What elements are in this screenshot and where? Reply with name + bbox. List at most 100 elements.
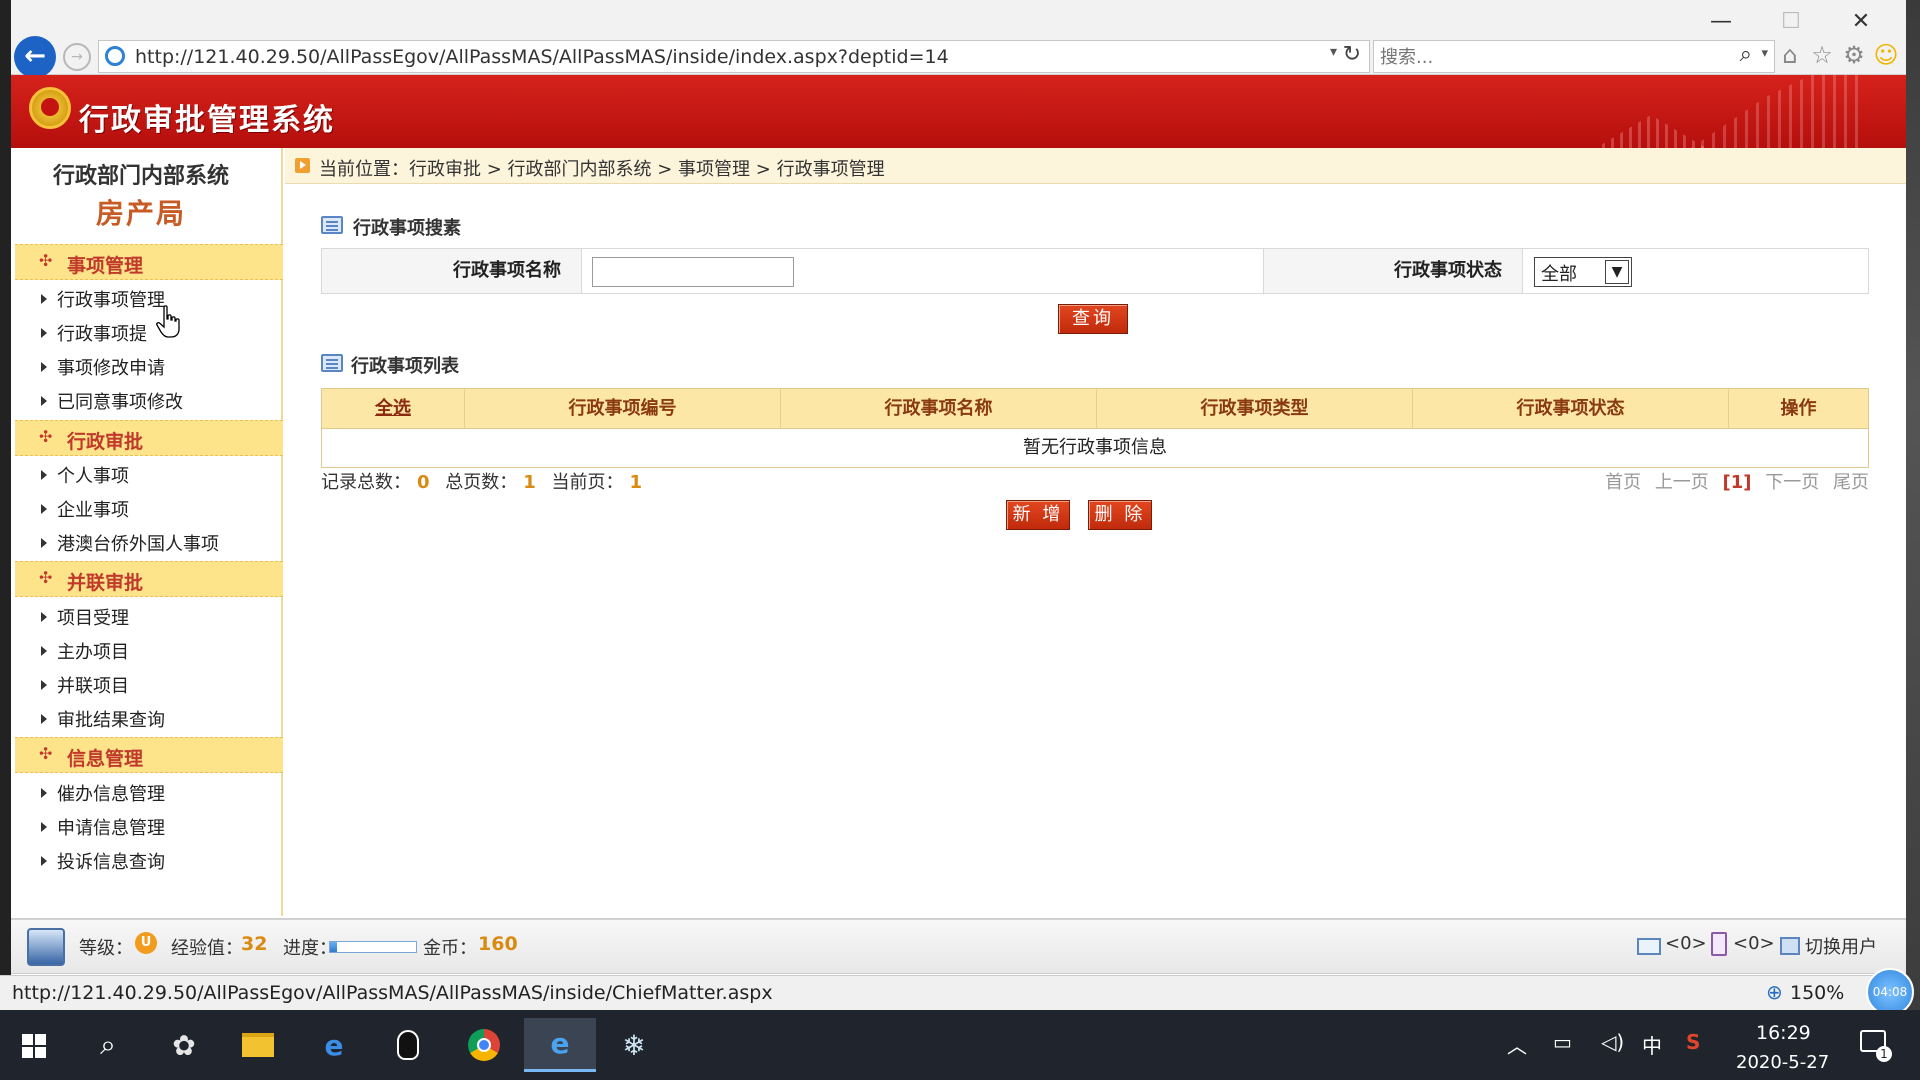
sidebar-item-label: 投诉信息查询	[57, 852, 165, 873]
home-icon[interactable]: ⌂	[1775, 40, 1805, 70]
back-button[interactable]: ←	[14, 36, 56, 78]
address-bar[interactable]: http://121.40.29.50/AllPassEgov/AllPassM…	[98, 40, 1370, 73]
tray-sogou-icon[interactable]: S	[1686, 1030, 1700, 1054]
search-dropdown-icon[interactable]: ▾	[1761, 46, 1768, 61]
matter-status-label: 行政事项状态	[1263, 249, 1523, 293]
zoom-icon[interactable]: ⊕	[1766, 980, 1783, 1004]
caret-right-icon	[41, 538, 47, 548]
address-dropdown-icon[interactable]: ▾	[1330, 44, 1337, 60]
first-page-link[interactable]: 首页	[1605, 472, 1641, 493]
mail-icon[interactable]	[1637, 938, 1661, 955]
breadcrumb-bar: 当前位置：行政审批 > 行政部门内部系统 > 事项管理 > 行政事项管理	[285, 148, 1906, 184]
sidebar-item-project-acceptance[interactable]: 项目受理	[41, 604, 129, 632]
taskbar-app-snowflake-icon[interactable]: ❄	[598, 1018, 670, 1072]
caret-right-icon	[41, 470, 47, 480]
sidebar-item-matter-change-request[interactable]: 事项修改申请	[41, 354, 165, 382]
taskbar-app-feather-icon[interactable]: ✿	[148, 1018, 220, 1072]
matter-status-select[interactable]: 全部 ▼	[1534, 257, 1632, 287]
current-page-link[interactable]: [1]	[1723, 472, 1752, 493]
favorites-star-icon[interactable]: ☆	[1807, 40, 1837, 70]
sidebar-item-complaint-info-query[interactable]: 投诉信息查询	[41, 848, 165, 876]
sidebar-item-lead-projects[interactable]: 主办项目	[41, 638, 129, 666]
exp-value: 32	[241, 933, 268, 955]
sidebar-item-application-info-management[interactable]: 申请信息管理	[41, 814, 165, 842]
sidebar-item-label: 审批结果查询	[57, 710, 165, 731]
level-label: 等级：	[79, 938, 133, 959]
coin-value: 160	[478, 933, 518, 955]
clock-date[interactable]: 2020-5-27	[1736, 1052, 1829, 1073]
chevron-down-icon[interactable]: ▼	[1605, 260, 1629, 284]
caret-right-icon	[41, 328, 47, 338]
select-all-link[interactable]: 全选	[322, 389, 465, 429]
add-button[interactable]: 新 增	[1006, 500, 1070, 530]
tray-network-icon[interactable]: ▭	[1553, 1030, 1572, 1054]
search-icon[interactable]: ⌕	[1740, 42, 1752, 67]
taskbar-edge-icon[interactable]: e	[298, 1018, 370, 1072]
search-form: 行政事项名称 行政事项状态 全部 ▼	[321, 248, 1869, 294]
forward-button[interactable]: →	[63, 43, 91, 71]
message-count[interactable]: <0>	[1733, 933, 1775, 954]
nav-group-matter-management[interactable]: ✣ 事项管理	[15, 244, 283, 280]
nav-group-parallel-approval[interactable]: ✣ 并联审批	[15, 561, 283, 597]
sidebar: 行政部门内部系统 房产局 ✣ 事项管理 行政事项管理 行政事项提 事项修改申请 …	[11, 148, 283, 916]
last-page-link[interactable]: 尾页	[1833, 472, 1869, 493]
taskbar-chrome-icon[interactable]	[448, 1018, 520, 1072]
national-emblem-icon	[29, 87, 71, 129]
current-page-value: 1	[629, 472, 643, 493]
sidebar-item-approved-matter-change[interactable]: 已同意事项修改	[41, 388, 183, 416]
matter-name-input[interactable]	[592, 257, 794, 287]
total-pages-value: 1	[523, 472, 536, 493]
nav-group-label: 信息管理	[67, 748, 144, 770]
smiley-feedback-icon[interactable]: ☺	[1871, 40, 1901, 70]
sidebar-item-hk-macau-taiwan-foreign-matters[interactable]: 港澳台侨外国人事项	[41, 530, 219, 558]
browser-search-box[interactable]: ⌕ ▾	[1373, 40, 1775, 73]
taskbar-file-explorer-icon[interactable]	[222, 1018, 294, 1072]
tray-volume-icon[interactable]: ◁)	[1601, 1030, 1624, 1054]
tray-ime-indicator[interactable]: 中	[1642, 1030, 1662, 1059]
user-status-bar: 等级： U 经验值： 32 进度： 金币： 160 <0> <0> 切换用户	[11, 918, 1906, 974]
tray-chevron-up-icon[interactable]: ︿	[1507, 1030, 1527, 1059]
mail-count[interactable]: <0>	[1665, 933, 1707, 954]
refresh-icon[interactable]: ↻	[1343, 42, 1361, 67]
switch-user-link[interactable]: 切换用户	[1805, 933, 1877, 959]
sidebar-item-urge-info-management[interactable]: 催办信息管理	[41, 780, 165, 808]
nav-group-admin-approval[interactable]: ✣ 行政审批	[15, 420, 283, 456]
move-cross-icon: ✣	[39, 251, 53, 270]
browser-search-input[interactable]	[1380, 45, 1710, 69]
delete-button[interactable]: 删 除	[1088, 500, 1152, 530]
taskbar-search-icon[interactable]: ⌕	[72, 1018, 144, 1072]
settings-gear-icon[interactable]: ⚙	[1839, 40, 1869, 70]
sidebar-item-label: 港澳台侨外国人事项	[57, 534, 219, 555]
search-form-icon	[321, 216, 343, 234]
minimize-button[interactable]: —	[1701, 6, 1741, 38]
sidebar-item-label: 行政事项管理	[57, 290, 165, 311]
prev-page-link[interactable]: 上一页	[1655, 472, 1709, 493]
sidebar-item-admin-matter-management[interactable]: 行政事项管理	[41, 286, 165, 314]
sidebar-item-personal-matters[interactable]: 个人事项	[41, 462, 129, 490]
right-window-edge	[1906, 0, 1920, 1010]
taskbar-ie-icon[interactable]: e	[524, 1018, 596, 1072]
sidebar-item-parallel-projects[interactable]: 并联项目	[41, 672, 129, 700]
nav-group-info-management[interactable]: ✣ 信息管理	[15, 737, 283, 773]
maximize-button[interactable]: ☐	[1771, 6, 1811, 38]
sidebar-item-enterprise-matters[interactable]: 企业事项	[41, 496, 129, 524]
windows-start-icon[interactable]	[22, 1034, 46, 1058]
switch-user-icon[interactable]	[1780, 937, 1800, 955]
caret-right-icon	[41, 788, 47, 798]
caret-right-icon	[41, 504, 47, 514]
close-button[interactable]: ✕	[1841, 6, 1881, 38]
caret-right-icon	[41, 612, 47, 622]
user-avatar-icon[interactable]	[27, 928, 65, 966]
sidebar-item-admin-matter-submit[interactable]: 行政事项提	[41, 320, 147, 348]
clock-time[interactable]: 16:29	[1756, 1022, 1811, 1044]
taskbar-qq-icon[interactable]	[372, 1018, 444, 1072]
zoom-level[interactable]: 150%	[1790, 982, 1844, 1004]
sidebar-item-approval-result-query[interactable]: 审批结果查询	[41, 706, 165, 734]
next-page-link[interactable]: 下一页	[1765, 472, 1819, 493]
query-button[interactable]: 查询	[1058, 304, 1128, 334]
exp-progress-bar	[329, 941, 417, 953]
sidebar-item-label: 已同意事项修改	[57, 392, 183, 413]
empty-table-message: 暂无行政事项信息	[1023, 437, 1167, 458]
mobile-message-icon[interactable]	[1711, 932, 1727, 956]
address-url[interactable]: http://121.40.29.50/AllPassEgov/AllPassM…	[135, 46, 949, 68]
